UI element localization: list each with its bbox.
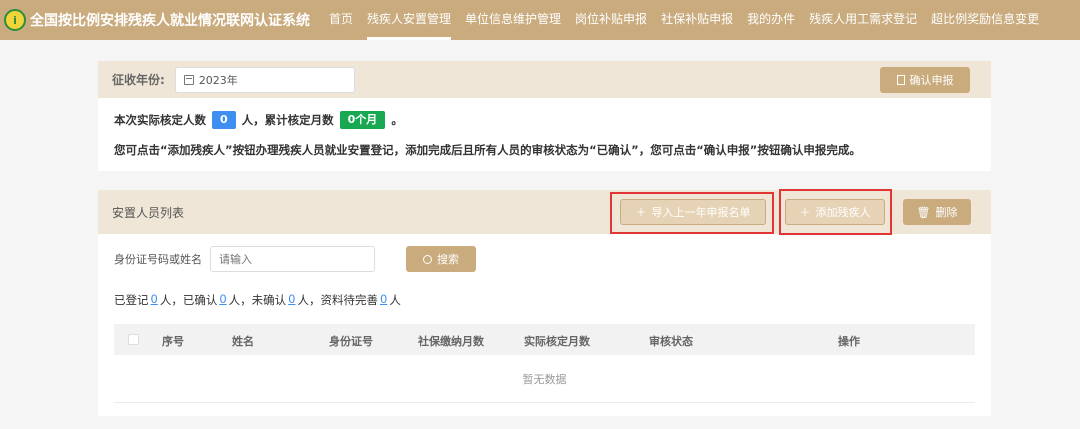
import-button-label: 导入上一年申报名单 (651, 206, 751, 219)
column-header: 实际核定月数 (524, 335, 590, 348)
nav-item-disabled-placement[interactable]: 残疾人安置管理 (360, 0, 458, 40)
trash-icon: 🗑 (916, 205, 931, 219)
count-unit: 人 (389, 293, 401, 307)
nav-item-unit-info[interactable]: 单位信息维护管理 (458, 0, 568, 40)
column-header: 操作 (838, 335, 860, 348)
summary-prefix: 本次实际核定人数 (114, 113, 206, 127)
delete-button-label: 删除 (935, 206, 958, 219)
site-title: 全国按比例安排残疾人就业情况联网认证系统 (30, 13, 310, 29)
search-row: 身份证号码或姓名 搜索 (114, 246, 476, 272)
unconfirmed-label: 人，未确认 (228, 293, 287, 307)
search-input[interactable] (210, 246, 375, 272)
months-badge: 0个月 (339, 111, 386, 129)
select-all-checkbox[interactable] (128, 334, 139, 345)
search-button-label: 搜索 (437, 253, 459, 266)
declaration-panel: 征收年份: 2023年 确认申报 本次实际核定人数 0 人，累计核定月数 0个月… (98, 61, 991, 171)
column-header: 审核状态 (649, 335, 693, 348)
delete-button[interactable]: 🗑 删除 (903, 199, 971, 225)
add-disabled-person-button[interactable]: ＋ 添加残疾人 (785, 199, 885, 225)
year-label: 征收年份: (112, 73, 165, 87)
registered-label: 已登记 (114, 293, 149, 307)
count-summary: 已登记 0 人，已确认 0 人，未确认 0 人，资料待完善 0 人 (114, 292, 401, 308)
unconfirmed-count[interactable]: 0 (288, 292, 295, 308)
main-nav: 首页 残疾人安置管理 单位信息维护管理 岗位补贴申报 社保补贴申报 我的办件 残… (322, 0, 1046, 40)
nav-item-my-tasks[interactable]: 我的办件 (740, 0, 802, 40)
nav-item-social-subsidy[interactable]: 社保补贴申报 (654, 0, 740, 40)
column-header: 序号 (162, 335, 184, 348)
year-picker[interactable]: 2023年 (174, 66, 355, 93)
people-count-badge: 0 (212, 111, 236, 129)
placement-list-panel: 安置人员列表 ＋ 导入上一年申报名单 ＋ 添加残疾人 🗑 删除 身份证号码或姓名… (98, 189, 991, 416)
declaration-header: 征收年份: 2023年 确认申报 (98, 61, 991, 98)
document-icon (896, 75, 905, 85)
nav-item-reward-change[interactable]: 超比例奖励信息变更 (924, 0, 1046, 40)
pending-count[interactable]: 0 (380, 292, 387, 308)
search-icon (423, 254, 432, 264)
logo-icon: i (4, 9, 26, 31)
plus-icon: ＋ (799, 206, 811, 219)
nav-item-post-subsidy[interactable]: 岗位补贴申报 (568, 0, 654, 40)
calendar-icon (183, 74, 194, 85)
summary-suffix: 。 (391, 113, 403, 127)
pending-label: 人，资料待完善 (297, 293, 378, 307)
column-header: 社保缴纳月数 (418, 335, 484, 348)
confirmed-count[interactable]: 0 (219, 292, 226, 308)
column-header: 身份证号 (329, 335, 373, 348)
instruction-text: 您可点击“添加残疾人”按钮办理残疾人员就业安置登记，添加完成后且所有人员的审核状… (114, 143, 861, 157)
table-header: 序号 姓名 身份证号 社保缴纳月数 实际核定月数 审核状态 操作 (114, 324, 975, 355)
empty-state: 暂无数据 (114, 355, 975, 403)
plus-icon: ＋ (635, 206, 647, 219)
confirm-declaration-button[interactable]: 确认申报 (880, 67, 970, 93)
top-navbar: i 全国按比例安排残疾人就业情况联网认证系统 首页 残疾人安置管理 单位信息维护… (0, 0, 1080, 40)
import-last-year-button[interactable]: ＋ 导入上一年申报名单 (620, 199, 766, 225)
list-title: 安置人员列表 (112, 205, 185, 220)
search-button[interactable]: 搜索 (406, 246, 476, 272)
search-label: 身份证号码或姓名 (114, 253, 202, 266)
confirm-declaration-label: 确认申报 (909, 74, 954, 87)
summary-mid: 人，累计核定月数 (241, 113, 334, 127)
nav-item-home[interactable]: 首页 (322, 0, 360, 40)
registered-count[interactable]: 0 (151, 292, 158, 308)
nav-item-employment-demand[interactable]: 残疾人用工需求登记 (802, 0, 924, 40)
declaration-summary: 本次实际核定人数 0 人，累计核定月数 0个月 。 您可点击“添加残疾人”按钮办… (98, 98, 991, 162)
add-button-label: 添加残疾人 (815, 206, 871, 219)
confirmed-label: 人，已确认 (159, 293, 218, 307)
year-value: 2023年 (198, 73, 238, 87)
column-header: 姓名 (232, 335, 254, 348)
list-header: 安置人员列表 ＋ 导入上一年申报名单 ＋ 添加残疾人 🗑 删除 (98, 189, 991, 235)
